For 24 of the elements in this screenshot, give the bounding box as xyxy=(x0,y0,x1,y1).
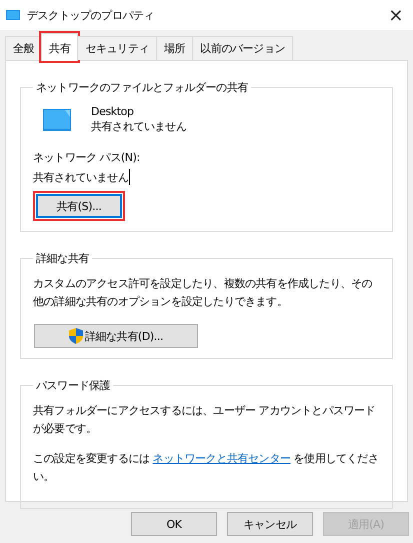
dialog-button[interactable]: OK xyxy=(131,512,217,536)
tab[interactable]: 以前のバージョン xyxy=(192,36,294,60)
advanced-sharing-button[interactable]: 詳細な共有(D)... xyxy=(34,324,198,348)
window-icon xyxy=(6,10,20,20)
group-title: パスワード保護 xyxy=(35,378,112,393)
tab[interactable]: 共有 xyxy=(41,33,78,61)
path-value: 共有されていません xyxy=(33,170,128,184)
close-button[interactable]: × xyxy=(386,4,405,26)
shield-icon xyxy=(68,328,83,344)
text-cursor xyxy=(129,169,130,185)
monitor-icon xyxy=(43,108,71,130)
path-label: ネットワーク パス(N): xyxy=(33,150,141,165)
description-text: 共有フォルダーにアクセスするには、ユーザー アカウントとパスワードが必要です。 xyxy=(33,403,376,437)
network-center-link[interactable]: ネットワークと共有センター xyxy=(152,452,291,465)
group-title: ネットワークのファイルとフォルダーの共有 xyxy=(35,80,250,95)
share-button[interactable]: 共有(S)... xyxy=(36,194,122,218)
dialog-button[interactable]: キャンセル xyxy=(227,512,313,536)
description-text: カスタムのアクセス許可を設定したり、複数の共有を作成したり、その他の詳細な共有のオプションを設定したりできます。 xyxy=(33,276,374,310)
group-title: 詳細な共有 xyxy=(35,251,90,266)
tab[interactable]: セキュリティ xyxy=(77,36,158,60)
folder-name: Desktop xyxy=(91,105,135,118)
folder-status: 共有されていません xyxy=(91,119,186,134)
window-title: デスクトップのプロパティ xyxy=(27,8,156,22)
instruction-text: この設定を変更するには ネットワークと共有センター を使用してください。 xyxy=(33,451,380,485)
